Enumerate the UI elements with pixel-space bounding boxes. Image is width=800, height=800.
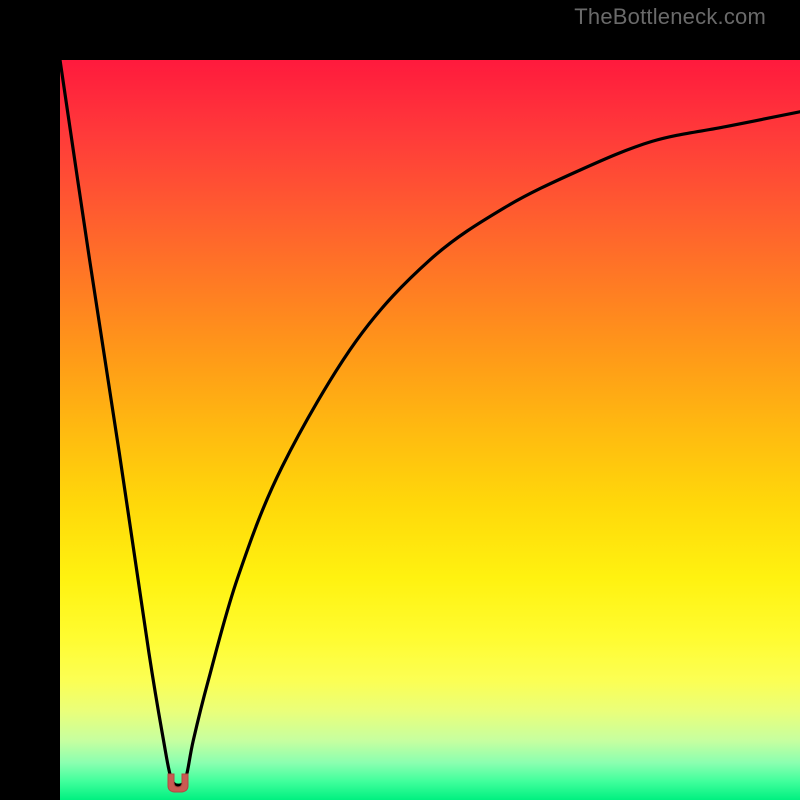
chart-frame (0, 0, 800, 800)
plot-area (60, 60, 800, 800)
optimum-marker (165, 772, 191, 794)
watermark-text: TheBottleneck.com (574, 4, 766, 30)
bottleneck-curve (60, 60, 800, 800)
